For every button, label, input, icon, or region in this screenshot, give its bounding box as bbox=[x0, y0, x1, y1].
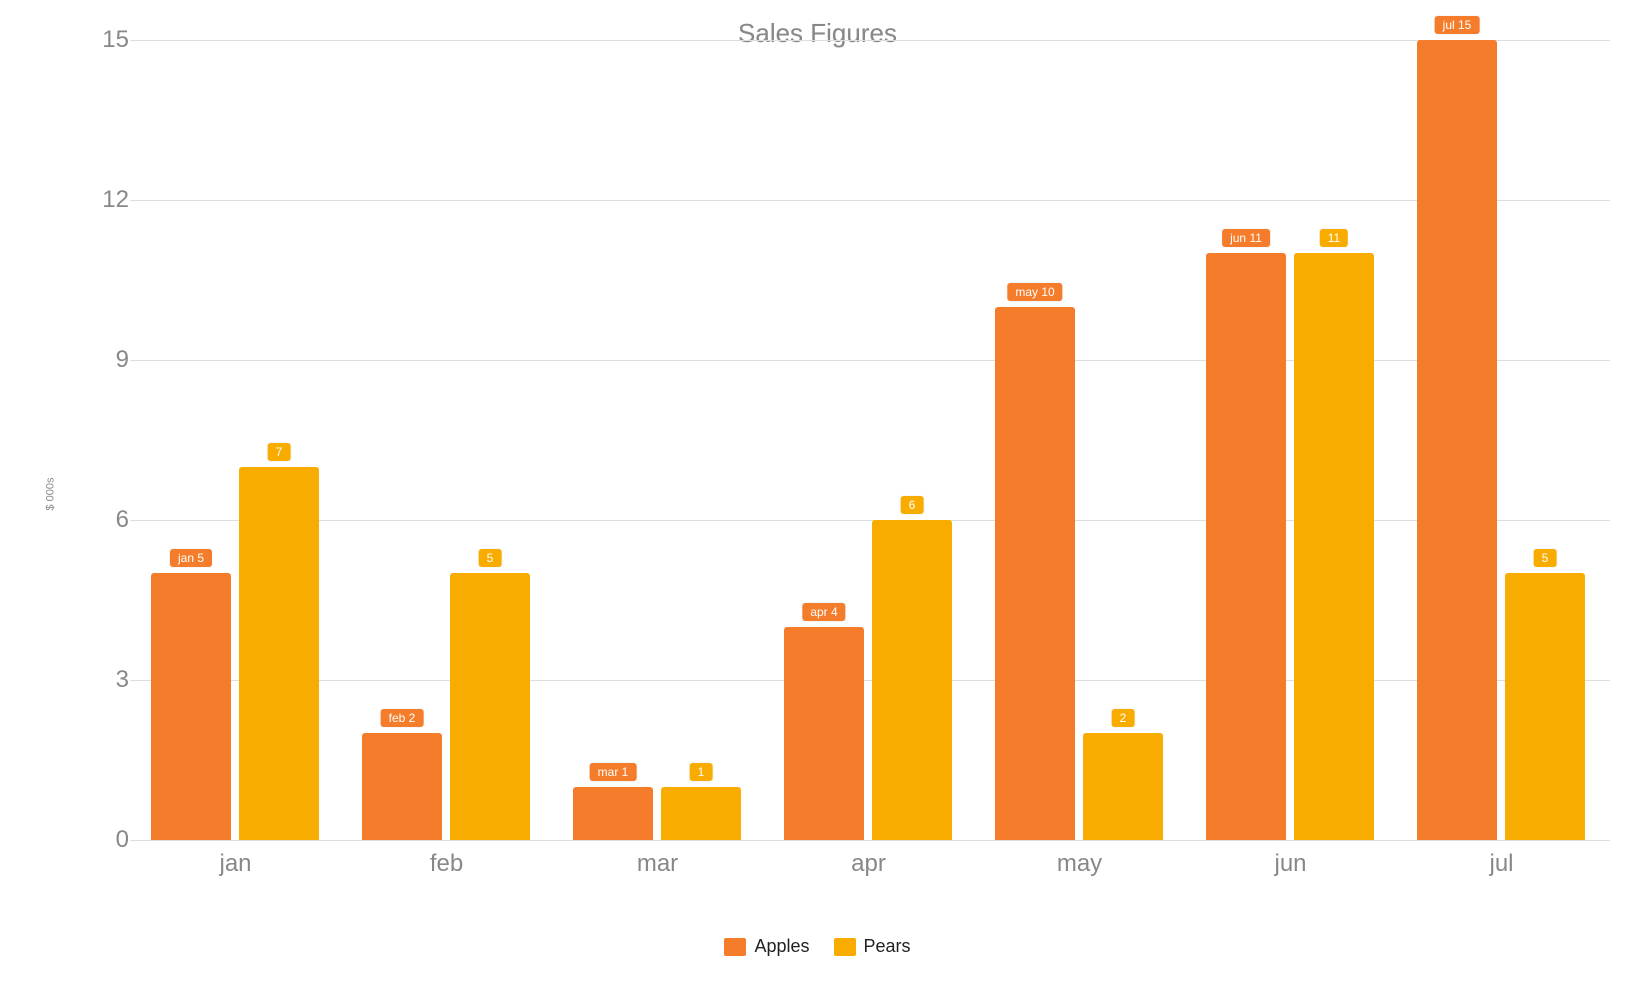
bar-apples-may[interactable]: may 10 bbox=[995, 307, 1075, 840]
bar-label-apples-mar: mar 1 bbox=[590, 763, 637, 781]
bar-label-pears-feb: 5 bbox=[479, 549, 502, 567]
plot-area: jan 5 7 jan feb 2 5 feb mar bbox=[130, 40, 1610, 840]
bar-label-apples-feb: feb 2 bbox=[381, 709, 424, 727]
legend-label-apples: Apples bbox=[754, 936, 809, 957]
bar-label-apples-apr: apr 4 bbox=[802, 603, 845, 621]
bar-pears-may[interactable]: 2 bbox=[1083, 733, 1163, 840]
sales-figures-chart: Sales Figures $ 000s 0 3 6 9 12 15 jan 5… bbox=[0, 0, 1635, 987]
y-tick-3: 3 bbox=[69, 666, 129, 694]
x-tick-jun: jun bbox=[1185, 840, 1396, 878]
x-tick-apr: apr bbox=[763, 840, 974, 878]
bar-label-pears-jan: 7 bbox=[268, 443, 291, 461]
legend: Apples Pears bbox=[0, 936, 1635, 957]
legend-item-pears[interactable]: Pears bbox=[834, 936, 911, 957]
bar-apples-jul[interactable]: jul 15 bbox=[1417, 40, 1497, 840]
bar-label-pears-apr: 6 bbox=[901, 496, 924, 514]
legend-swatch-pears bbox=[834, 938, 856, 956]
cat-apr: apr 4 6 apr bbox=[763, 40, 974, 840]
bar-pears-jul[interactable]: 5 bbox=[1505, 573, 1585, 840]
bar-label-pears-mar: 1 bbox=[690, 763, 713, 781]
bar-pears-mar[interactable]: 1 bbox=[661, 787, 741, 840]
y-tick-9: 9 bbox=[69, 346, 129, 374]
bar-label-apples-jul: jul 15 bbox=[1435, 16, 1480, 34]
cat-jun: jun 11 11 jun bbox=[1185, 40, 1396, 840]
bar-pears-jan[interactable]: 7 bbox=[239, 467, 319, 840]
bar-apples-feb[interactable]: feb 2 bbox=[362, 733, 442, 840]
x-tick-mar: mar bbox=[552, 840, 763, 878]
bar-label-apples-jun: jun 11 bbox=[1222, 229, 1270, 247]
y-axis-label: $ 000s bbox=[45, 477, 57, 510]
bar-apples-apr[interactable]: apr 4 bbox=[784, 627, 864, 840]
x-tick-jul: jul bbox=[1396, 840, 1607, 878]
bar-pears-apr[interactable]: 6 bbox=[872, 520, 952, 840]
bar-label-pears-jul: 5 bbox=[1534, 549, 1557, 567]
bar-pears-jun[interactable]: 11 bbox=[1294, 253, 1374, 840]
bar-label-apples-may: may 10 bbox=[1007, 283, 1062, 301]
bar-label-pears-jun: 11 bbox=[1320, 229, 1348, 247]
x-tick-feb: feb bbox=[341, 840, 552, 878]
legend-item-apples[interactable]: Apples bbox=[724, 936, 809, 957]
y-tick-0: 0 bbox=[69, 826, 129, 854]
cat-jul: jul 15 5 jul bbox=[1396, 40, 1607, 840]
bar-apples-jan[interactable]: jan 5 bbox=[151, 573, 231, 840]
legend-swatch-apples bbox=[724, 938, 746, 956]
x-tick-may: may bbox=[974, 840, 1185, 878]
cat-jan: jan 5 7 jan bbox=[130, 40, 341, 840]
y-tick-15: 15 bbox=[69, 26, 129, 54]
cat-feb: feb 2 5 feb bbox=[341, 40, 552, 840]
legend-label-pears: Pears bbox=[864, 936, 911, 957]
bar-label-apples-jan: jan 5 bbox=[170, 549, 212, 567]
bar-label-pears-may: 2 bbox=[1112, 709, 1135, 727]
y-tick-12: 12 bbox=[69, 186, 129, 214]
bar-apples-jun[interactable]: jun 11 bbox=[1206, 253, 1286, 840]
y-tick-6: 6 bbox=[69, 506, 129, 534]
cat-may: may 10 2 may bbox=[974, 40, 1185, 840]
bar-apples-mar[interactable]: mar 1 bbox=[573, 787, 653, 840]
cat-mar: mar 1 1 mar bbox=[552, 40, 763, 840]
x-tick-jan: jan bbox=[130, 840, 341, 878]
bars-area: jan 5 7 jan feb 2 5 feb mar bbox=[130, 40, 1610, 840]
bar-pears-feb[interactable]: 5 bbox=[450, 573, 530, 840]
